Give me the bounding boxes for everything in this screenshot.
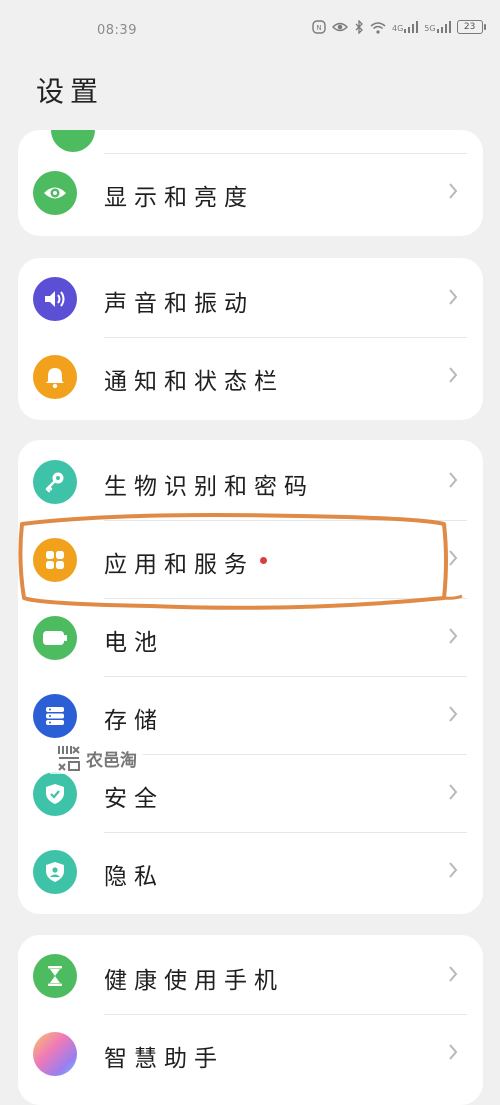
settings-item-label: 隐私 <box>104 864 164 890</box>
chevron-right-icon <box>447 181 469 203</box>
watermark-logo-icon <box>56 744 82 772</box>
eye-icon <box>33 171 77 215</box>
hourglass-icon <box>33 954 77 998</box>
status-bar: 08:39 N 4G 5G 23 <box>0 0 500 62</box>
eye-comfort-icon <box>332 21 348 33</box>
watermark-text: 农邑淘 <box>86 750 137 771</box>
settings-item-label: 显示和亮度 <box>104 185 254 211</box>
assistant-orb-icon <box>33 1032 77 1076</box>
chevron-right-icon <box>447 626 469 648</box>
settings-item-label: 健康使用手机 <box>104 968 284 994</box>
signal-5g-label: 5G <box>424 24 436 33</box>
settings-item-label: 应用和服务 <box>104 552 254 578</box>
settings-item-label: 生物识别和密码 <box>104 474 314 500</box>
page-title: 设置 <box>36 75 105 108</box>
signal-4g-icon: 4G <box>392 21 419 33</box>
settings-item-label: 智慧助手 <box>104 1046 224 1072</box>
settings-item-label: 通知和状态栏 <box>104 369 284 395</box>
settings-item-sound-vibration[interactable]: 声音和振动 <box>18 260 483 338</box>
settings-item-privacy[interactable]: 隐私 <box>18 833 483 911</box>
chevron-right-icon <box>447 964 469 986</box>
chevron-right-icon <box>447 860 469 882</box>
shield-check-icon <box>33 772 77 816</box>
settings-item-digital-balance[interactable]: 健康使用手机 <box>18 937 483 1015</box>
key-icon <box>33 460 77 504</box>
bluetooth-icon <box>354 20 364 34</box>
signal-5g-icon: 5G <box>424 21 451 33</box>
wifi-icon <box>370 21 386 34</box>
system-icons: N 4G 5G 23 <box>312 20 486 34</box>
settings-item-apps-services[interactable]: 应用和服务 <box>18 521 483 599</box>
previous-item-icon <box>51 130 95 152</box>
settings-item-label: 安全 <box>104 786 164 812</box>
settings-item-smart-assistant[interactable]: 智慧助手 <box>18 1015 483 1093</box>
chevron-right-icon <box>447 704 469 726</box>
settings-card-display: 显示和亮度 <box>18 130 483 236</box>
chevron-right-icon <box>447 287 469 309</box>
settings-item-notifications-statusbar[interactable]: 通知和状态栏 <box>18 338 483 416</box>
storage-icon <box>33 694 77 738</box>
settings-item-label: 存储 <box>104 708 164 734</box>
settings-item-battery[interactable]: 电池 <box>18 599 483 677</box>
watermark: 农邑淘 <box>50 742 143 774</box>
bell-icon <box>33 355 77 399</box>
chevron-right-icon <box>447 365 469 387</box>
chevron-right-icon <box>447 782 469 804</box>
settings-item-biometrics-password[interactable]: 生物识别和密码 <box>18 443 483 521</box>
svg-text:N: N <box>316 24 321 32</box>
privacy-shield-icon <box>33 850 77 894</box>
speaker-icon <box>33 277 77 321</box>
status-time: 08:39 <box>97 23 137 38</box>
battery-icon <box>33 616 77 660</box>
chevron-right-icon <box>447 470 469 492</box>
signal-4g-label: 4G <box>392 24 404 33</box>
settings-card-sound-notify: 声音和振动 通知和状态栏 <box>18 258 483 420</box>
settings-card-health-assistant: 健康使用手机 智慧助手 <box>18 935 483 1105</box>
chevron-right-icon <box>447 1042 469 1064</box>
battery-indicator: 23 <box>456 20 486 34</box>
new-badge-dot <box>260 557 267 564</box>
settings-item-label: 声音和振动 <box>104 291 254 317</box>
settings-item-display-brightness[interactable]: 显示和亮度 <box>18 154 483 232</box>
settings-card-security-apps: 生物识别和密码 应用和服务 电池 存储 安全 隐私 <box>18 440 483 914</box>
nfc-icon: N <box>312 20 326 34</box>
chevron-right-icon <box>447 548 469 570</box>
apps-grid-icon <box>33 538 77 582</box>
settings-item-label: 电池 <box>104 630 164 656</box>
